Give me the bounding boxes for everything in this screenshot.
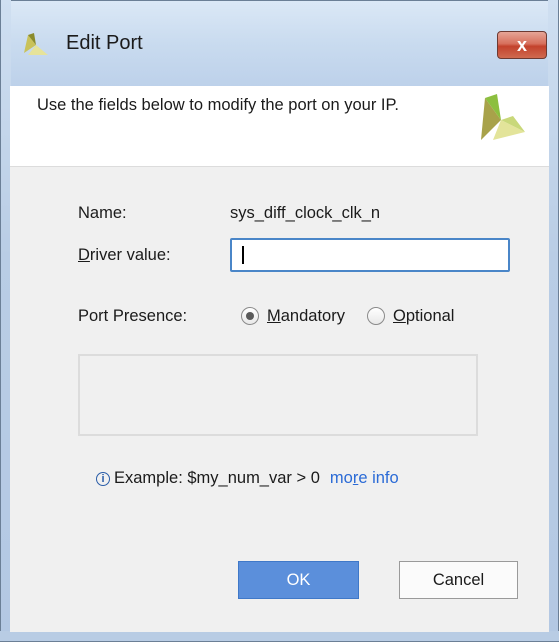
dialog-client-area: Use the fields below to modify the port …: [10, 86, 549, 632]
mandatory-radio-label[interactable]: Mandatory: [267, 307, 345, 326]
example-text: Example: $my_num_var > 0: [114, 469, 320, 487]
more-info-link-part2: e info: [358, 469, 399, 487]
close-button[interactable]: x: [497, 31, 547, 59]
driver-label-mnemonic: D: [78, 246, 90, 264]
title-bar[interactable]: Edit Port x: [0, 0, 559, 86]
more-info-link-part1: mo: [329, 469, 353, 487]
driver-label-rest: river value:: [89, 246, 171, 264]
ok-button[interactable]: OK: [238, 561, 359, 599]
header-panel: Use the fields below to modify the port …: [10, 86, 549, 167]
optional-mnemonic: O: [393, 307, 406, 325]
window-title: Edit Port: [66, 32, 143, 54]
window-bottom-border: [0, 631, 559, 642]
radio-selected-dot: [246, 312, 254, 320]
example-row: i Example: $my_num_var > 0 more info: [96, 469, 399, 488]
xilinx-logo-icon: [24, 33, 48, 55]
info-icon: i: [96, 472, 110, 486]
optional-label-rest: ptional: [405, 307, 455, 325]
text-caret: [242, 246, 244, 264]
more-info-link[interactable]: more info: [330, 469, 399, 487]
optional-radio-label[interactable]: Optional: [393, 307, 454, 326]
name-value: sys_diff_clock_clk_n: [230, 204, 381, 222]
optional-radio[interactable]: [367, 307, 385, 325]
xilinx-logo-icon: [481, 94, 525, 140]
form-panel: Name: sys_diff_clock_clk_n Driver value:…: [10, 167, 549, 632]
name-label: Name:: [78, 204, 127, 222]
port-presence-label: Port Presence:: [78, 307, 188, 325]
header-description: Use the fields below to modify the port …: [37, 96, 399, 114]
window-right-border: [548, 0, 559, 642]
mandatory-mnemonic: M: [267, 307, 281, 325]
mandatory-radio[interactable]: [241, 307, 259, 325]
edit-port-dialog: Edit Port x Use the fields below to modi…: [0, 0, 559, 642]
message-area: [78, 354, 478, 436]
cancel-button[interactable]: Cancel: [399, 561, 518, 599]
mandatory-label-rest: andatory: [280, 307, 345, 325]
driver-value-input[interactable]: [230, 238, 510, 272]
close-icon: x: [516, 34, 527, 55]
driver-value-label: Driver value:: [78, 246, 171, 265]
